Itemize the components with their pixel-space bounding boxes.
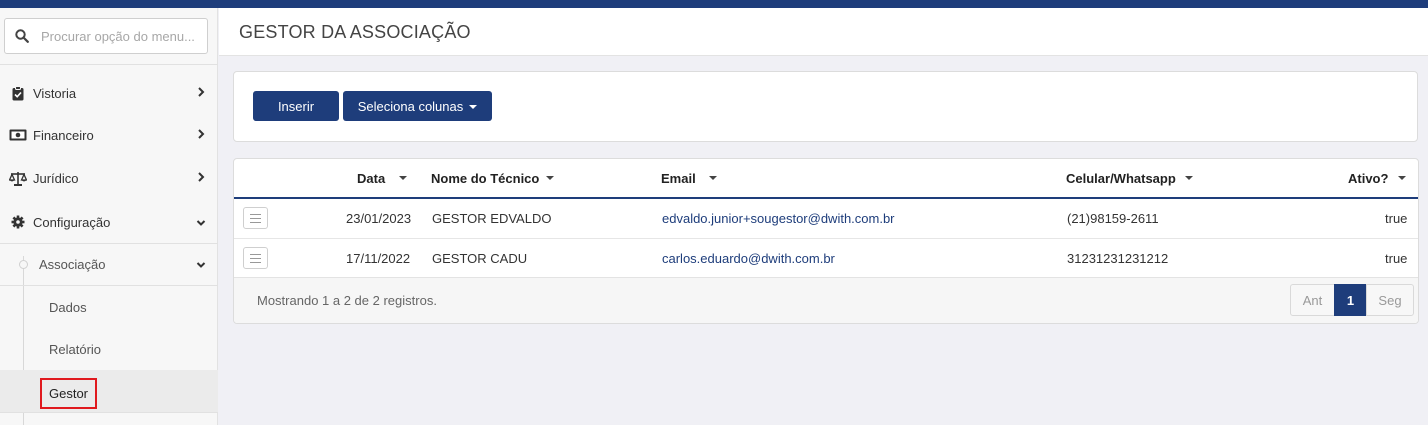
cell-ativo: true [1385,251,1408,266]
cell-email: edvaldo.junior+sougestor@dwith.com.br [662,211,895,226]
top-bar [0,0,1428,8]
column-header-celular[interactable]: Celular/Whatsapp [1066,171,1176,186]
pagination-page-1[interactable]: 1 [1334,284,1367,316]
records-info: Mostrando 1 a 2 de 2 registros. [257,293,437,308]
column-header-ativo[interactable]: Ativo? [1348,171,1388,186]
cell-ativo: true [1385,211,1408,226]
select-columns-button[interactable]: Seleciona colunas [343,91,492,121]
cell-nome: GESTOR CADU [432,251,528,266]
search-box[interactable] [4,18,208,54]
sidebar-item-label: Vistoria [33,85,77,101]
sidebar-item-associacao[interactable]: Associação [0,243,218,285]
sidebar-item-configuracao[interactable]: Configuração [0,201,218,243]
insert-button-label: Inserir [277,98,315,114]
sort-caret-icon[interactable] [709,176,717,180]
search-input[interactable] [41,20,205,52]
sidebar-item-financeiro[interactable]: Financeiro [0,114,218,156]
pagination-prev[interactable]: Ant [1290,284,1335,316]
sort-caret-icon[interactable] [1398,176,1406,180]
row-menu-button[interactable] [243,247,268,269]
sidebar: Vistoria Financeiro Jurídico Configuraçã… [0,8,218,425]
chevron-right-icon [198,172,205,182]
column-header-nome[interactable]: Nome do Técnico [431,171,539,186]
cell-celular: 31231231231212 [1067,251,1169,266]
cell-email: carlos.eduardo@dwith.com.br [662,251,835,266]
cell-data: 17/11/2022 [346,251,411,266]
sort-caret-icon[interactable] [399,176,407,180]
sort-caret-icon[interactable] [1185,176,1193,180]
chevron-right-icon [198,129,205,139]
row-menu-button[interactable] [243,207,268,229]
money-icon [9,126,27,144]
pagination-prev-label: Ant [1302,292,1323,308]
pagination-current-label: 1 [1346,292,1355,308]
cell-data: 23/01/2023 [346,211,412,226]
sidebar-item-vistoria[interactable]: Vistoria [0,72,218,114]
sidebar-item-label: Gestor [48,386,88,401]
sidebar-item-label: Financeiro [33,127,94,143]
table-footer: Mostrando 1 a 2 de 2 registros. Ant 1 Se… [234,277,1418,323]
cell-nome: GESTOR EDVALDO [432,211,552,226]
chevron-right-icon [198,87,205,97]
table-row: 17/11/2022 GESTOR CADU carlos.eduardo@dw… [234,239,1418,279]
sidebar-item-gestor[interactable] [0,370,218,412]
page-title: GESTOR DA ASSOCIAÇÃO [239,22,471,42]
pagination-next[interactable]: Seg [1366,284,1414,316]
chevron-down-icon [196,262,206,268]
page-header: GESTOR DA ASSOCIAÇÃO [219,8,1428,56]
table-row: 23/01/2023 GESTOR EDVALDO edvaldo.junior… [234,199,1418,239]
sidebar-item-dados[interactable]: Dados [0,286,218,328]
sidebar-item-relatorio[interactable]: Relatório [0,328,218,370]
pagination-next-label: Seg [1378,292,1402,308]
divider [0,64,218,65]
table-panel: Data Nome do Técnico Email Celular/Whats… [233,158,1419,324]
clipboard-icon [9,84,27,102]
sidebar-item-label: Associação [39,256,106,272]
toolbar-panel: Inserir Seleciona colunas [233,71,1418,142]
table-header: Data Nome do Técnico Email Celular/Whats… [234,159,1418,199]
sidebar-item-label: Configuração [33,214,111,230]
sort-caret-icon[interactable] [546,176,554,180]
gear-icon [9,213,27,231]
cell-celular: (21)98159-2611 [1067,211,1159,226]
insert-button[interactable]: Inserir [253,91,339,121]
chevron-down-icon [196,220,206,226]
sidebar-item-label: Dados [49,299,87,315]
column-header-email[interactable]: Email [661,171,696,186]
select-columns-label: Seleciona colunas [357,98,464,114]
sidebar-item-label: Jurídico [33,170,79,186]
sidebar-item-juridico[interactable]: Jurídico [0,157,218,199]
caret-down-icon [469,105,478,109]
scale-icon [9,169,27,187]
search-icon [15,29,29,43]
divider [0,412,218,413]
sidebar-item-label: Relatório [49,341,102,357]
column-header-data[interactable]: Data [357,171,385,186]
sidebar-item-gestor-highlight[interactable]: Gestor [40,378,97,409]
